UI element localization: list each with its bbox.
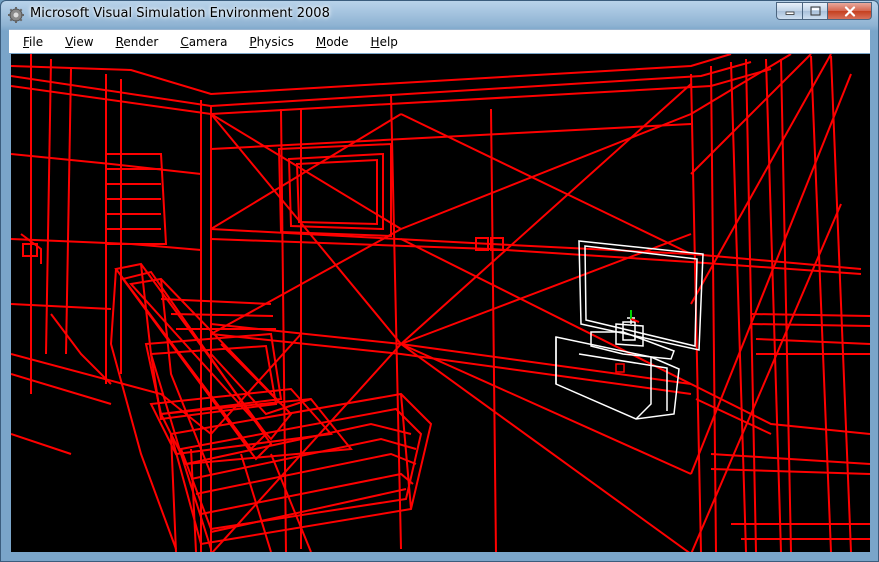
wireframe-scene	[11, 54, 870, 552]
menu-bar: File View Render Camera Physics Mode Hel…	[9, 29, 870, 53]
maximize-icon	[810, 6, 820, 16]
minimize-button[interactable]	[776, 2, 802, 20]
room-wireframe	[11, 54, 870, 552]
close-icon	[844, 5, 855, 17]
menu-file[interactable]: File	[9, 31, 52, 53]
menu-render-label: ender	[123, 34, 159, 49]
menu-camera-label: amera	[188, 34, 228, 49]
menu-mode-accel: M	[315, 34, 327, 49]
menu-view-label: iew	[73, 34, 94, 49]
title-bar[interactable]: Microsoft Visual Simulation Environment …	[1, 1, 878, 29]
menu-view-accel: V	[65, 34, 74, 49]
maximize-button[interactable]	[802, 2, 828, 20]
menu-help-accel: H	[370, 34, 380, 49]
menu-mode[interactable]: Mode	[303, 31, 358, 53]
menu-physics-label: hysics	[256, 34, 294, 49]
minimize-icon	[785, 11, 794, 15]
menu-camera[interactable]: Camera	[167, 31, 236, 53]
menu-view[interactable]: View	[52, 31, 102, 53]
menu-file-label: ile	[29, 34, 44, 49]
close-button[interactable]	[828, 2, 872, 20]
application-window: Microsoft Visual Simulation Environment …	[0, 0, 879, 562]
menu-physics-accel: P	[249, 34, 257, 49]
app-gear-icon	[8, 7, 24, 23]
menu-mode-label: ode	[326, 34, 349, 49]
menu-camera-accel: C	[180, 34, 189, 49]
caption-buttons	[776, 2, 872, 21]
menu-help-label: elp	[379, 34, 398, 49]
simulation-viewport[interactable]	[11, 54, 870, 552]
menu-help[interactable]: Help	[358, 31, 407, 53]
window-title: Microsoft Visual Simulation Environment …	[30, 6, 330, 21]
menu-physics[interactable]: Physics	[236, 31, 302, 53]
menu-render[interactable]: Render	[103, 31, 168, 53]
